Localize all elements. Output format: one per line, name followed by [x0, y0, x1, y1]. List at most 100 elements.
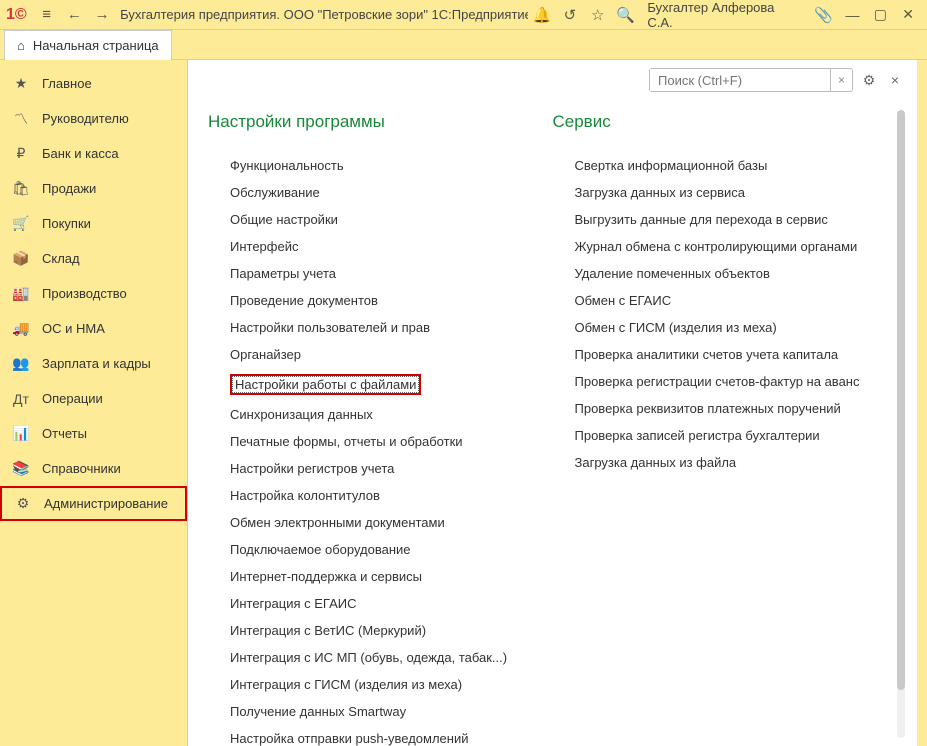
link[interactable]: Интеграция с ЕГАИС — [230, 596, 356, 611]
link-item[interactable]: Обмен с ЕГАИС — [553, 287, 898, 314]
link[interactable]: Параметры учета — [230, 266, 336, 281]
link[interactable]: Выгрузить данные для перехода в сервис — [575, 212, 828, 227]
maximize-button[interactable]: ▢ — [867, 4, 893, 26]
link[interactable]: Настройка колонтитулов — [230, 488, 380, 503]
link-item[interactable]: Интеграция с ИС МП (обувь, одежда, табак… — [208, 644, 553, 671]
link[interactable]: Интеграция с ВетИС (Меркурий) — [230, 623, 426, 638]
link-item[interactable]: Свертка информационной базы — [553, 152, 898, 179]
sidebar-item-12[interactable]: ⚙Администрирование — [0, 486, 187, 521]
link[interactable]: Настройки пользователей и прав — [230, 320, 430, 335]
link-item[interactable]: Общие настройки — [208, 206, 553, 233]
link-item[interactable]: Параметры учета — [208, 260, 553, 287]
link-item[interactable]: Проведение документов — [208, 287, 553, 314]
link[interactable]: Интеграция с ИС МП (обувь, одежда, табак… — [230, 650, 507, 665]
sidebar-item-2[interactable]: ₽Банк и касса — [0, 136, 187, 171]
sidebar-item-9[interactable]: ДтОперации — [0, 381, 187, 416]
link[interactable]: Обмен с ГИСМ (изделия из меха) — [575, 320, 777, 335]
link[interactable]: Загрузка данных из сервиса — [575, 185, 746, 200]
settings-icon[interactable]: ⚙ — [859, 70, 879, 90]
link-item[interactable]: Загрузка данных из файла — [553, 449, 898, 476]
link-item[interactable]: Синхронизация данных — [208, 401, 553, 428]
back-icon[interactable]: ← — [63, 4, 85, 26]
sidebar-item-7[interactable]: 🚚ОС и НМА — [0, 311, 187, 346]
link[interactable]: Журнал обмена с контролирующими органами — [575, 239, 858, 254]
close-button[interactable]: ✕ — [895, 4, 921, 26]
link[interactable]: Органайзер — [230, 347, 301, 362]
home-tab[interactable]: ⌂ Начальная страница — [4, 30, 172, 60]
link[interactable]: Загрузка данных из файла — [575, 455, 737, 470]
sidebar-item-8[interactable]: 👥Зарплата и кадры — [0, 346, 187, 381]
link[interactable]: Подключаемое оборудование — [230, 542, 411, 557]
sidebar-item-5[interactable]: 📦Склад — [0, 241, 187, 276]
link-item[interactable]: Проверка записей регистра бухгалтерии — [553, 422, 898, 449]
link-item[interactable]: Проверка реквизитов платежных поручений — [553, 395, 898, 422]
link-item[interactable]: Обмен электронными документами — [208, 509, 553, 536]
link[interactable]: Функциональность — [230, 158, 344, 173]
link-item[interactable]: Печатные формы, отчеты и обработки — [208, 428, 553, 455]
history-icon[interactable]: ↺ — [559, 4, 581, 26]
search-input[interactable] — [650, 69, 830, 91]
link-item[interactable]: Органайзер — [208, 341, 553, 368]
link-item[interactable]: Настройка отправки push-уведомлений — [208, 725, 553, 746]
clear-search-icon[interactable]: × — [830, 69, 852, 91]
link-item[interactable]: Проверка аналитики счетов учета капитала — [553, 341, 898, 368]
link-item[interactable]: Обмен с ГИСМ (изделия из меха) — [553, 314, 898, 341]
link-item[interactable]: Настройка колонтитулов — [208, 482, 553, 509]
link-item[interactable]: Получение данных Smartway — [208, 698, 553, 725]
link[interactable]: Настройка отправки push-уведомлений — [230, 731, 468, 746]
link-item[interactable]: Проверка регистрации счетов-фактур на ав… — [553, 368, 898, 395]
link[interactable]: Настройки регистров учета — [230, 461, 394, 476]
link[interactable]: Интернет-поддержка и сервисы — [230, 569, 422, 584]
menu-icon[interactable]: ≡ — [36, 4, 58, 26]
link-item[interactable]: Интеграция с ГИСМ (изделия из меха) — [208, 671, 553, 698]
link-item[interactable]: Журнал обмена с контролирующими органами — [553, 233, 898, 260]
link-item[interactable]: Настройки регистров учета — [208, 455, 553, 482]
forward-icon[interactable]: → — [91, 4, 113, 26]
link-item[interactable]: Функциональность — [208, 152, 553, 179]
link[interactable]: Свертка информационной базы — [575, 158, 768, 173]
sidebar-item-6[interactable]: 🏭Производство — [0, 276, 187, 311]
link-item[interactable]: Интеграция с ВетИС (Меркурий) — [208, 617, 553, 644]
link-item[interactable]: Интернет-поддержка и сервисы — [208, 563, 553, 590]
sidebar-item-11[interactable]: 📚Справочники — [0, 451, 187, 486]
link-item[interactable]: Интерфейс — [208, 233, 553, 260]
link[interactable]: Обмен с ЕГАИС — [575, 293, 672, 308]
link[interactable]: Настройки работы с файлами — [230, 374, 421, 395]
link[interactable]: Проверка реквизитов платежных поручений — [575, 401, 841, 416]
sidebar-item-3[interactable]: 🛍Продажи — [0, 171, 187, 206]
sidebar-item-10[interactable]: 📊Отчеты — [0, 416, 187, 451]
link-item[interactable]: Обслуживание — [208, 179, 553, 206]
attach-icon[interactable]: 📎 — [813, 4, 835, 26]
link-item[interactable]: Выгрузить данные для перехода в сервис — [553, 206, 898, 233]
link[interactable]: Проверка аналитики счетов учета капитала — [575, 347, 839, 362]
link[interactable]: Получение данных Smartway — [230, 704, 406, 719]
link-item[interactable]: Интеграция с ЕГАИС — [208, 590, 553, 617]
link-item[interactable]: Загрузка данных из сервиса — [553, 179, 898, 206]
minimize-button[interactable]: — — [840, 4, 866, 26]
sidebar-item-1[interactable]: 〽Руководителю — [0, 101, 187, 136]
close-icon[interactable]: × — [885, 70, 905, 90]
scrollbar[interactable] — [897, 110, 905, 738]
user-name[interactable]: Бухгалтер Алферова С.А. — [647, 0, 802, 30]
link[interactable]: Удаление помеченных объектов — [575, 266, 770, 281]
link-item[interactable]: Подключаемое оборудование — [208, 536, 553, 563]
link-item[interactable]: Настройки работы с файлами — [208, 368, 553, 401]
link[interactable]: Обмен электронными документами — [230, 515, 445, 530]
link-item[interactable]: Удаление помеченных объектов — [553, 260, 898, 287]
link[interactable]: Проведение документов — [230, 293, 378, 308]
sidebar-item-4[interactable]: 🛒Покупки — [0, 206, 187, 241]
scrollbar-thumb[interactable] — [897, 110, 905, 690]
link[interactable]: Общие настройки — [230, 212, 338, 227]
link[interactable]: Обслуживание — [230, 185, 320, 200]
link[interactable]: Интерфейс — [230, 239, 298, 254]
link[interactable]: Синхронизация данных — [230, 407, 373, 422]
link[interactable]: Интеграция с ГИСМ (изделия из меха) — [230, 677, 462, 692]
bell-icon[interactable]: 🔔 — [531, 4, 553, 26]
link-item[interactable]: Настройки пользователей и прав — [208, 314, 553, 341]
link[interactable]: Печатные формы, отчеты и обработки — [230, 434, 463, 449]
link[interactable]: Проверка регистрации счетов-фактур на ав… — [575, 374, 860, 389]
search-icon[interactable]: 🔍 — [615, 4, 637, 26]
sidebar-item-0[interactable]: ★Главное — [0, 66, 187, 101]
star-icon[interactable]: ☆ — [587, 4, 609, 26]
link[interactable]: Проверка записей регистра бухгалтерии — [575, 428, 820, 443]
